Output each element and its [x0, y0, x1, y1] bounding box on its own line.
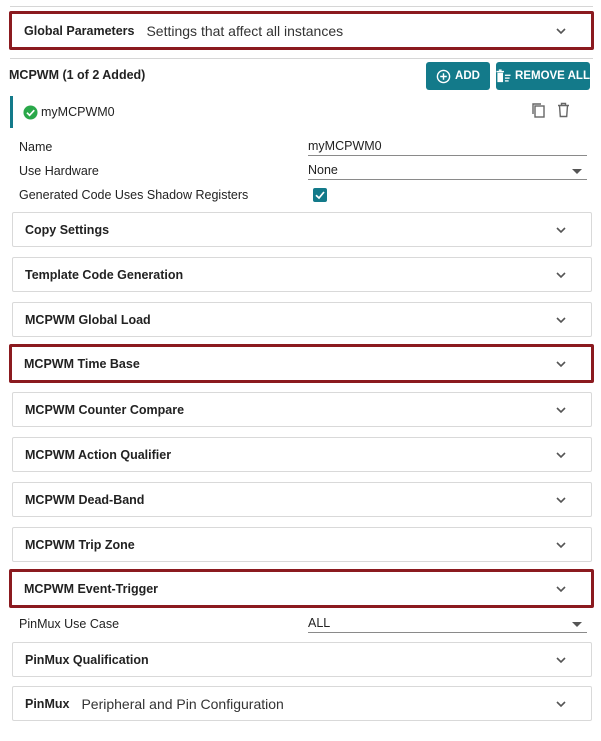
- section-mcpwm-time-base[interactable]: MCPWM Time Base: [9, 344, 594, 383]
- shadow-registers-label: Generated Code Uses Shadow Registers: [19, 188, 249, 202]
- name-input-value: myMCPWM0: [308, 139, 382, 153]
- remove-all-button-label: REMOVE ALL: [515, 70, 590, 82]
- use-hardware-label: Use Hardware: [19, 164, 99, 178]
- section-title: MCPWM Trip Zone: [25, 537, 135, 552]
- use-hardware-select[interactable]: None: [308, 163, 587, 180]
- chevron-down-icon: [556, 407, 566, 414]
- section-title: MCPWM Time Base: [24, 356, 140, 371]
- pinmux-desc: Peripheral and Pin Configuration: [81, 695, 284, 712]
- section-pinmux-qualification[interactable]: PinMux Qualification: [12, 642, 592, 677]
- section-title: MCPWM Action Qualifier: [25, 447, 172, 462]
- section-title: Template Code Generation: [25, 267, 184, 282]
- section-title: MCPWM Counter Compare: [25, 402, 185, 417]
- dropdown-caret-icon: [572, 169, 582, 174]
- chevron-down-icon: [556, 542, 566, 549]
- instance-row[interactable]: myMCPWM0: [10, 96, 593, 128]
- section-mcpwm-counter-compare[interactable]: MCPWM Counter Compare: [12, 392, 592, 427]
- chevron-down-icon: [556, 497, 566, 504]
- section-mcpwm-event-trigger[interactable]: MCPWM Event-Trigger: [9, 569, 594, 608]
- remove-all-icon: [496, 68, 511, 82]
- chevron-down-icon: [556, 361, 566, 368]
- section-mcpwm-global-load[interactable]: MCPWM Global Load: [12, 302, 592, 337]
- add-button[interactable]: ADD: [426, 62, 490, 90]
- remove-all-button[interactable]: REMOVE ALL: [496, 62, 590, 90]
- module-title: MCPWM (1 of 2 Added): [9, 68, 146, 82]
- check-circle-icon: [23, 104, 38, 120]
- pinmux-title: PinMux: [25, 696, 70, 711]
- copy-icon[interactable]: [531, 102, 546, 119]
- section-mcpwm-action-qualifier[interactable]: MCPWM Action Qualifier: [12, 437, 592, 472]
- shadow-registers-checkbox[interactable]: [313, 188, 327, 202]
- pinmux-use-case-label: PinMux Use Case: [19, 617, 120, 631]
- pinmux-use-case-value: ALL: [308, 616, 331, 630]
- global-parameters-desc: Settings that affect all instances: [146, 22, 344, 39]
- section-mcpwm-dead-band[interactable]: MCPWM Dead-Band: [12, 482, 592, 517]
- top-divider: [10, 6, 593, 7]
- chevron-down-icon: [556, 701, 566, 708]
- instance-name: myMCPWM0: [41, 105, 115, 119]
- chevron-down-icon: [556, 657, 566, 664]
- add-button-label: ADD: [455, 70, 480, 82]
- add-circle-icon: [436, 69, 451, 83]
- section-copy-settings[interactable]: Copy Settings: [12, 212, 592, 247]
- section-template-code-generation[interactable]: Template Code Generation: [12, 257, 592, 292]
- global-parameters-title: Global Parameters: [24, 23, 135, 38]
- section-pinmux[interactable]: PinMux Peripheral and Pin Configuration: [12, 686, 592, 721]
- dropdown-caret-icon: [572, 622, 582, 627]
- chevron-down-icon: [556, 317, 566, 324]
- name-label: Name: [19, 140, 53, 154]
- chevron-down-icon: [556, 227, 566, 234]
- trash-icon[interactable]: [557, 102, 570, 118]
- chevron-down-icon: [556, 586, 566, 593]
- section-title: Copy Settings: [25, 222, 110, 237]
- name-input[interactable]: myMCPWM0: [308, 139, 587, 156]
- global-parameters-panel[interactable]: Global Parameters Settings that affect a…: [9, 11, 594, 50]
- section-mcpwm-trip-zone[interactable]: MCPWM Trip Zone: [12, 527, 592, 562]
- use-hardware-value: None: [308, 163, 338, 177]
- chevron-down-icon: [556, 452, 566, 459]
- divider: [10, 58, 593, 59]
- chevron-down-icon: [556, 28, 566, 35]
- section-title: MCPWM Event-Trigger: [24, 581, 159, 596]
- section-title: MCPWM Global Load: [25, 312, 151, 327]
- pinmux-use-case-select[interactable]: ALL: [308, 616, 587, 633]
- section-title: PinMux Qualification: [25, 652, 149, 667]
- checkmark-icon: [315, 191, 325, 200]
- section-title: MCPWM Dead-Band: [25, 492, 145, 507]
- chevron-down-icon: [556, 272, 566, 279]
